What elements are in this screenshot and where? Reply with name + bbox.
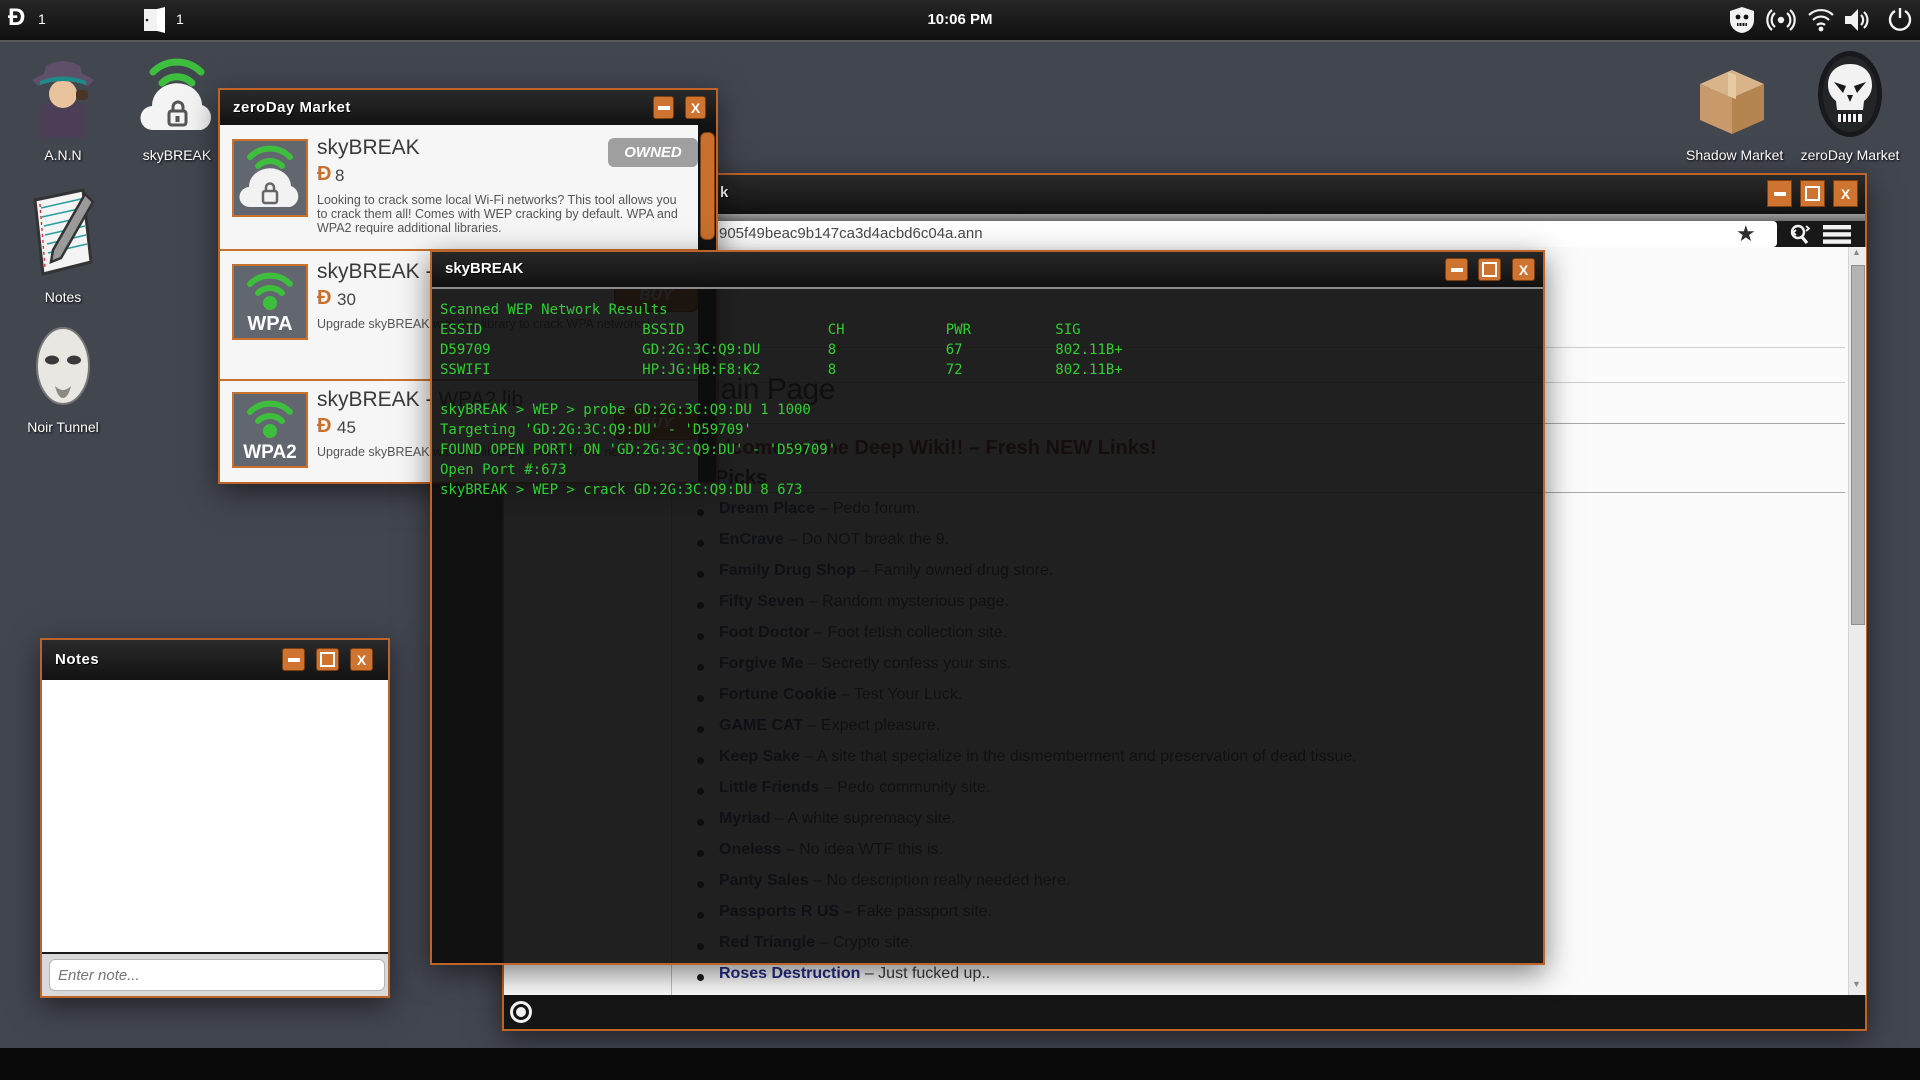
item-name: skyBREAK bbox=[317, 136, 420, 159]
desktop-icon-zeroday-market[interactable]: zeroDay Market bbox=[1800, 50, 1900, 163]
close-button[interactable]: X bbox=[685, 96, 706, 119]
maximize-icon bbox=[320, 652, 335, 667]
record-icon[interactable] bbox=[510, 1001, 532, 1023]
maximize-button[interactable] bbox=[316, 648, 339, 671]
skull-icon bbox=[1816, 51, 1884, 142]
terminal-line: D59709 GD:2G:3C:Q9:DU 8 67 802.11B+ bbox=[440, 342, 1123, 358]
desktop-icon-label: Shadow Market bbox=[1686, 147, 1784, 163]
minimize-button[interactable] bbox=[282, 648, 305, 671]
notes-list-area[interactable] bbox=[42, 680, 388, 952]
price-currency: Đ bbox=[317, 287, 332, 309]
svg-text:WPA2: WPA2 bbox=[243, 442, 296, 463]
note-input[interactable] bbox=[49, 959, 385, 991]
maximize-icon bbox=[1482, 262, 1497, 277]
url-text: 905f49beac9b147ca3d4acbd6c04a.ann bbox=[719, 225, 983, 242]
desktop-icon-label: skyBREAK bbox=[142, 147, 212, 163]
maximize-button[interactable] bbox=[1800, 180, 1825, 207]
minimize-icon bbox=[287, 657, 300, 662]
minimize-button[interactable] bbox=[1767, 180, 1792, 207]
mask-icon bbox=[33, 327, 93, 414]
wpa2-lib-icon: WPA2 bbox=[232, 392, 308, 468]
minimize-button[interactable] bbox=[1445, 258, 1468, 281]
browser-title: k bbox=[720, 184, 729, 201]
notes-input-strip bbox=[42, 954, 388, 996]
price-value: 45 bbox=[337, 418, 356, 437]
browser-scrollbar[interactable]: ▲ ▼ bbox=[1848, 247, 1866, 995]
notepad-icon bbox=[27, 188, 99, 284]
power-icon[interactable] bbox=[1888, 7, 1912, 38]
clock: 10:06 PM bbox=[927, 11, 993, 28]
item-description: Looking to crack some local Wi-Fi networ… bbox=[317, 193, 678, 235]
skybreak-tool-icon bbox=[232, 139, 308, 217]
minimize-icon bbox=[657, 105, 670, 110]
price-currency: Đ bbox=[317, 163, 332, 185]
maximize-button[interactable] bbox=[1478, 258, 1501, 281]
desktop-icon-skybreak[interactable]: skyBREAK bbox=[132, 56, 222, 163]
market-titlebar[interactable]: zeroDay Market X bbox=[220, 90, 716, 125]
desktop-icon-label: A.N.N bbox=[44, 147, 82, 163]
detective-icon bbox=[26, 61, 100, 142]
terminal-line: Targeting 'GD:2G:3C:Q9:DU' - 'D59709' bbox=[440, 422, 752, 438]
wiki-link-desc: – Just fucked up.. bbox=[864, 965, 991, 982]
wpa-lib-icon: WPA bbox=[232, 264, 308, 340]
minimize-icon bbox=[1450, 267, 1463, 272]
terminal-line: Scanned WEP Network Results bbox=[440, 302, 668, 318]
taskbar: Đ 1 1 10:06 PM bbox=[0, 0, 1920, 42]
close-button[interactable]: X bbox=[1833, 180, 1858, 207]
terminal-line: skyBREAK > WEP > crack GD:2G:3C:Q9:DU 8 … bbox=[440, 482, 803, 498]
market-title: zeroDay Market bbox=[233, 99, 351, 116]
bottom-black-band bbox=[0, 1048, 1920, 1080]
scrollbar-thumb[interactable] bbox=[1851, 265, 1865, 625]
volume-icon[interactable] bbox=[1843, 7, 1871, 38]
price-currency: Đ bbox=[317, 415, 332, 437]
terminal-line: SSWIFI HP:JG:HB:F8:K2 8 72 802.11B+ bbox=[440, 362, 1123, 378]
desktop-icon-label: zeroDay Market bbox=[1800, 147, 1900, 163]
terminal-title: skyBREAK bbox=[445, 260, 524, 277]
svg-text:WPA: WPA bbox=[247, 313, 292, 335]
skybreak-terminal-window: skyBREAK X Scanned WEP Network Results E… bbox=[430, 250, 1545, 965]
antivirus-shield-icon[interactable] bbox=[1729, 6, 1755, 39]
desktop-icon-label: Noir Tunnel bbox=[27, 419, 99, 435]
owned-badge: OWNED bbox=[608, 138, 698, 167]
market-item[interactable]: skyBREAK Đ 8 OWNED Looking to crack some… bbox=[220, 125, 698, 249]
scrollbar-thumb[interactable] bbox=[700, 132, 715, 240]
notes-titlebar[interactable]: Notes X bbox=[42, 640, 388, 680]
notes-title: Notes bbox=[55, 651, 100, 668]
notes-window: Notes X bbox=[40, 638, 390, 998]
broadcast-icon[interactable] bbox=[1766, 7, 1796, 38]
terminal-line: ESSID BSSID CH PWR SIG bbox=[440, 322, 1081, 338]
desktop-icon-shadow-market[interactable]: Shadow Market bbox=[1686, 58, 1784, 163]
terminal-line: FOUND OPEN PORT! ON 'GD:2G:3C:Q9:DU' - '… bbox=[440, 442, 837, 458]
price-value: 8 bbox=[335, 166, 345, 185]
desktop-icon-notes[interactable]: Notes bbox=[18, 186, 108, 305]
bullet bbox=[697, 974, 704, 981]
desktop-icon-noir-tunnel[interactable]: Noir Tunnel bbox=[18, 326, 108, 435]
close-button[interactable]: X bbox=[350, 648, 373, 671]
desktop-icon-label: Notes bbox=[44, 289, 82, 305]
terminal-line: skyBREAK > WEP > probe GD:2G:3C:Q9:DU 1 … bbox=[440, 402, 811, 418]
terminal-titlebar[interactable]: skyBREAK X bbox=[432, 252, 1543, 289]
bookmark-star-icon[interactable]: ★ bbox=[1736, 221, 1756, 247]
scroll-down-icon[interactable]: ▼ bbox=[1852, 979, 1861, 989]
close-button[interactable]: X bbox=[1512, 258, 1535, 281]
scroll-up-icon[interactable]: ▲ bbox=[1852, 247, 1861, 257]
minimize-button[interactable] bbox=[653, 96, 674, 119]
minimize-icon bbox=[1773, 191, 1786, 196]
wiki-link[interactable]: Roses Destruction bbox=[719, 965, 860, 982]
desktop-icon-ann[interactable]: A.N.N bbox=[18, 54, 108, 163]
price-value: 30 bbox=[337, 290, 356, 309]
browser-bottom-bar bbox=[504, 995, 1865, 1029]
maximize-icon bbox=[1805, 186, 1820, 201]
wifi-icon[interactable] bbox=[1807, 7, 1835, 38]
terminal-line: Open Port #:673 bbox=[440, 462, 567, 478]
wifi-cloud-lock-icon bbox=[139, 58, 215, 142]
box-icon bbox=[1692, 70, 1772, 142]
